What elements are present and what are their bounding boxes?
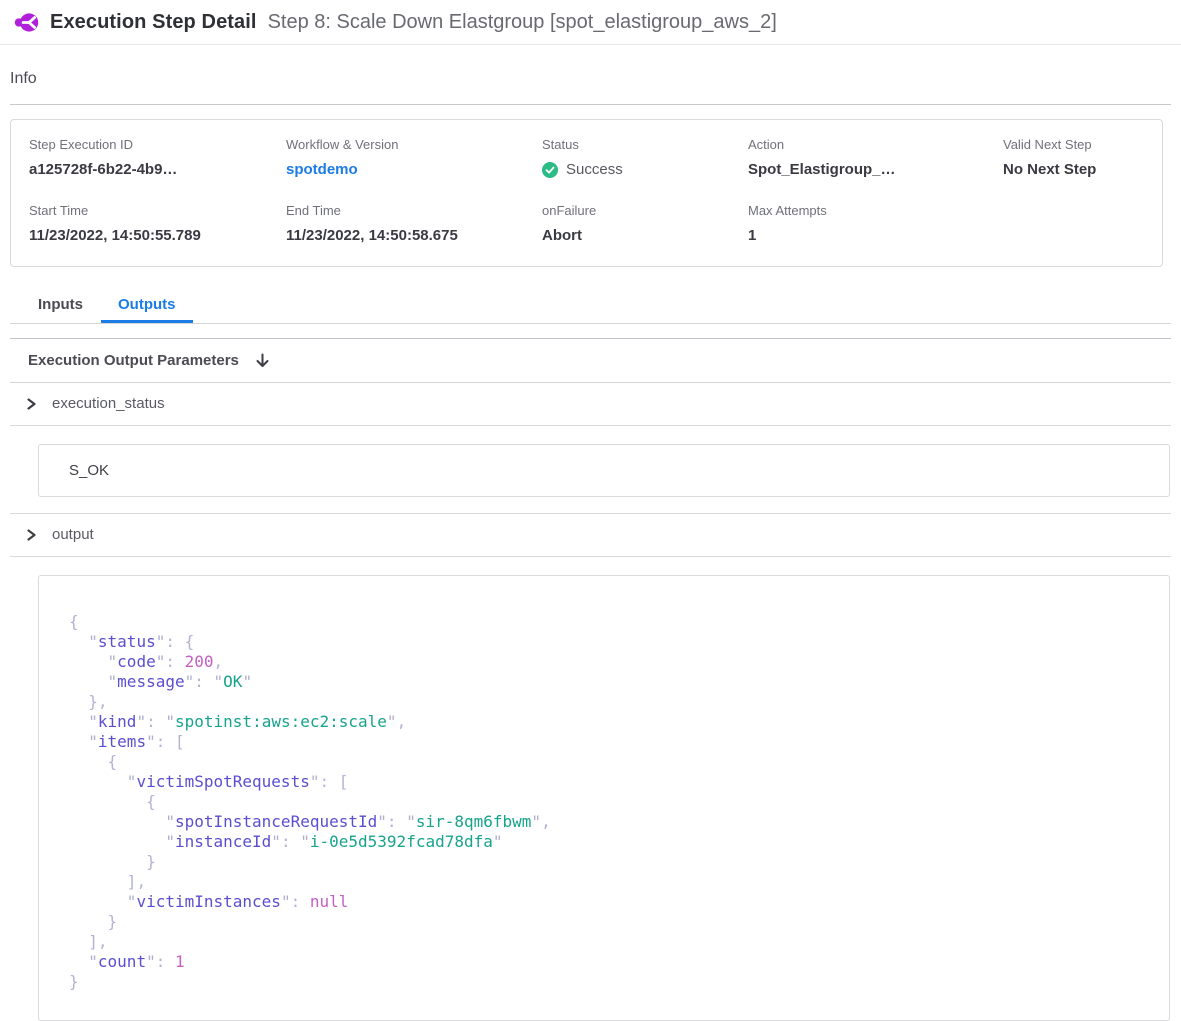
info-field-onfailure: onFailure Abort: [542, 203, 748, 244]
chevron-right-icon: [26, 529, 37, 541]
check-circle-icon: [542, 162, 558, 178]
header: Execution Step Detail Step 8: Scale Down…: [0, 0, 1181, 45]
info-field-max-attempts: Max Attempts 1: [748, 203, 1003, 244]
info-field-workflow-version: Workflow & Version spotdemo: [286, 137, 542, 178]
status-badge: Success: [542, 161, 748, 178]
tab-bar: Inputs Outputs: [10, 290, 1171, 324]
tab-inputs[interactable]: Inputs: [38, 290, 83, 323]
info-field-end-time: End Time 11/23/2022, 14:50:58.675: [286, 203, 542, 244]
status-text: Success: [566, 161, 623, 178]
outputs-header-title: Execution Output Parameters: [28, 352, 239, 369]
param-row-execution-status[interactable]: execution_status: [10, 383, 1171, 426]
execution-status-value: S_OK: [69, 462, 109, 479]
json-content: { "status": { "code": 200, "message": "O…: [69, 612, 1149, 992]
page-title: Execution Step Detail: [50, 11, 257, 34]
info-field-empty: [1003, 203, 1144, 244]
param-name-execution-status: execution_status: [52, 395, 165, 412]
chevron-right-icon: [26, 398, 37, 410]
execution-step-detail-page: Execution Step Detail Step 8: Scale Down…: [0, 0, 1181, 1021]
info-section-title: Info: [10, 45, 1171, 104]
param-row-output[interactable]: output: [10, 514, 1171, 557]
info-field-action: Action Spot_Elastigroup_…: [748, 137, 1003, 178]
info-field-valid-next-step: Valid Next Step No Next Step: [1003, 137, 1144, 178]
tab-outputs[interactable]: Outputs: [101, 290, 193, 323]
info-card: Step Execution ID a125728f-6b22-4b9… Wor…: [10, 119, 1163, 267]
info-field-step-execution-id: Step Execution ID a125728f-6b22-4b9…: [29, 137, 286, 178]
workflow-link[interactable]: spotdemo: [286, 161, 542, 178]
param-name-output: output: [52, 526, 94, 543]
info-field-start-time: Start Time 11/23/2022, 14:50:55.789: [29, 203, 286, 244]
outputs-header: Execution Output Parameters: [10, 339, 1171, 383]
info-field-status: Status Success: [542, 137, 748, 178]
execution-status-value-box: S_OK: [38, 444, 1170, 497]
divider: [10, 104, 1171, 105]
page-subtitle: Step 8: Scale Down Elastgroup [spot_elas…: [268, 11, 777, 34]
output-json-viewer: { "status": { "code": 200, "message": "O…: [38, 575, 1170, 1021]
spot-logo-icon: [14, 10, 39, 35]
collapse-all-arrow-down-icon[interactable]: [256, 353, 269, 368]
